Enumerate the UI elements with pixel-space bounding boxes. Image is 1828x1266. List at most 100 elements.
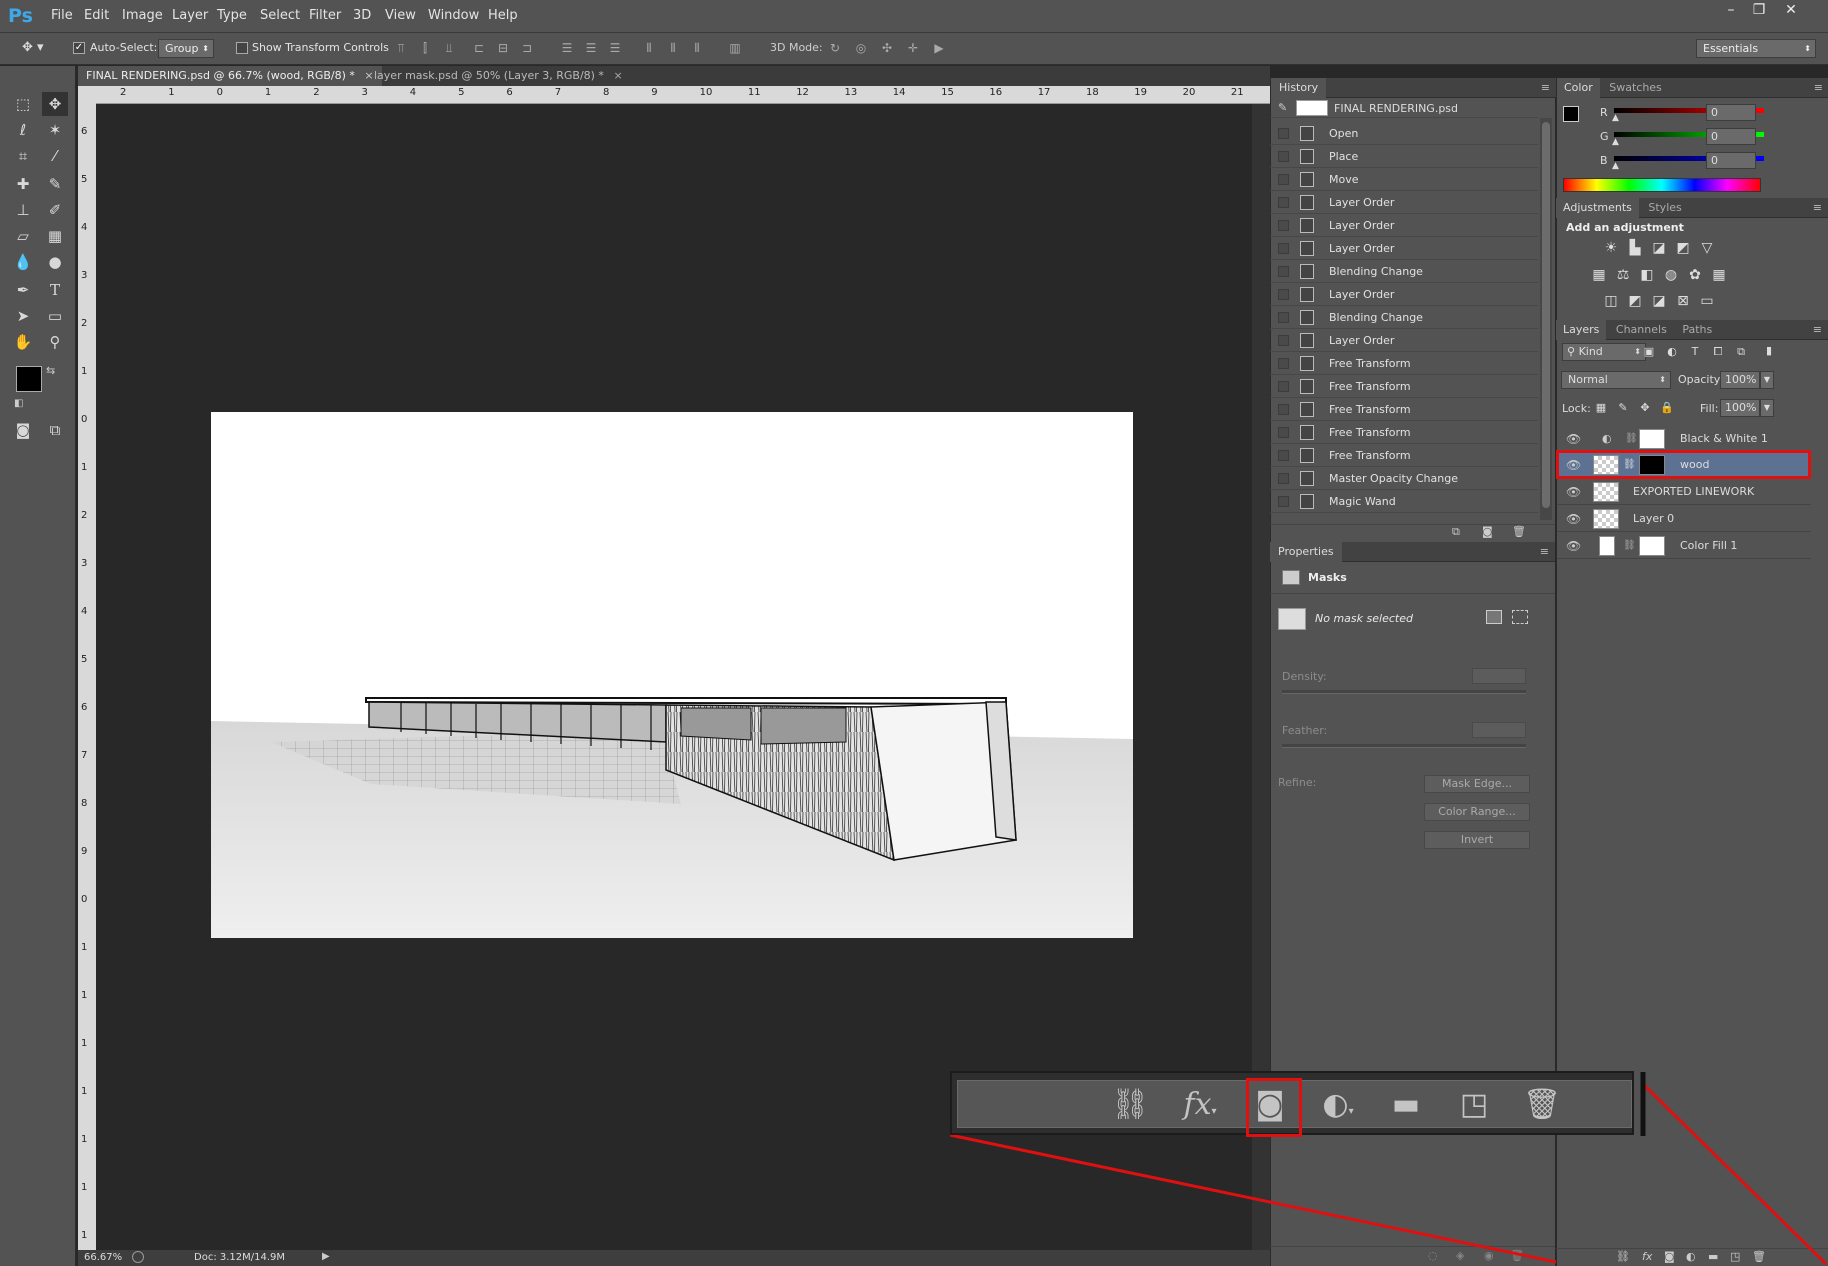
panel-menu-icon[interactable]: ≡ xyxy=(1813,198,1822,218)
history-source-checkbox[interactable] xyxy=(1278,381,1289,392)
lock-all-icon[interactable]: 🔒 xyxy=(1658,400,1676,416)
new-adjustment-layer-icon[interactable]: ◐ xyxy=(1686,1250,1696,1263)
menu-layer[interactable]: Layer xyxy=(172,8,208,23)
history-state[interactable]: Free Transform xyxy=(1270,375,1538,398)
history-state[interactable]: Layer Order xyxy=(1270,214,1538,237)
panel-menu-icon[interactable]: ≡ xyxy=(1541,78,1550,98)
gradient-map-icon[interactable]: ▭ xyxy=(1698,293,1716,309)
history-source-checkbox[interactable] xyxy=(1278,450,1289,461)
new-layer-icon[interactable]: ◳ xyxy=(1452,1085,1496,1125)
opacity-field[interactable]: 100% xyxy=(1720,371,1760,389)
history-state[interactable]: Free Transform xyxy=(1270,352,1538,375)
rectangle-tool-icon[interactable]: ▭ xyxy=(42,304,68,328)
distribute-vcenter-icon[interactable]: ☰ xyxy=(582,41,600,55)
menu-file[interactable]: File xyxy=(51,8,73,23)
panel-menu-icon[interactable]: ≡ xyxy=(1813,320,1822,340)
folder-icon[interactable]: ▬ xyxy=(1384,1085,1428,1125)
align-left-icon[interactable]: ⊏ xyxy=(470,41,488,55)
hand-tool-icon[interactable]: ✋ xyxy=(10,330,36,354)
fill-field[interactable]: 100% xyxy=(1720,399,1760,417)
align-vcenter-icon[interactable]: ⫿ xyxy=(416,41,434,55)
3d-slide-icon[interactable]: ✛ xyxy=(904,41,922,55)
screen-mode-icon[interactable]: ⧉ xyxy=(42,418,68,442)
menu-type[interactable]: Type xyxy=(217,8,247,23)
filter-adjustment-icon[interactable]: ◐ xyxy=(1663,344,1681,360)
lock-image-icon[interactable]: ✎ xyxy=(1614,400,1632,416)
filter-smart-object-icon[interactable]: ⧉ xyxy=(1732,344,1750,360)
minimize-button[interactable]: – xyxy=(1718,0,1744,20)
move-tool-preset-icon[interactable]: ✥ ▾ xyxy=(22,40,58,58)
align-top-icon[interactable]: ⫪ xyxy=(392,41,410,55)
history-state[interactable]: Magic Wand xyxy=(1270,490,1538,513)
visibility-eye-icon[interactable]: 👁 xyxy=(1566,479,1581,505)
healing-brush-tool-icon[interactable]: ✚ xyxy=(10,172,36,196)
trash-icon[interactable]: 🗑 xyxy=(1520,1085,1564,1125)
opacity-slider-arrow-icon[interactable]: ▼ xyxy=(1760,371,1774,389)
history-source-checkbox[interactable] xyxy=(1278,473,1289,484)
color-lookup-icon[interactable]: ▦ xyxy=(1710,267,1728,283)
zoom-tool-icon[interactable]: ⚲ xyxy=(42,330,68,354)
delete-mask-icon[interactable]: 🗑 xyxy=(1510,1249,1524,1262)
eyedropper-tool-icon[interactable]: ⁄ xyxy=(42,144,68,168)
distribute-top-icon[interactable]: ☰ xyxy=(558,41,576,55)
restore-button[interactable]: ❐ xyxy=(1746,0,1772,20)
density-slider[interactable] xyxy=(1282,690,1526,694)
visibility-eye-icon[interactable]: 👁 xyxy=(1566,426,1581,452)
brush-tool-icon[interactable]: ✎ xyxy=(42,172,68,196)
history-source-checkbox[interactable] xyxy=(1278,151,1289,162)
slider-thumb-icon[interactable]: ▲ xyxy=(1612,137,1619,147)
history-state[interactable]: Free Transform xyxy=(1270,398,1538,421)
slider-thumb-icon[interactable]: ▲ xyxy=(1612,161,1619,171)
new-group-icon[interactable]: ▬ xyxy=(1708,1250,1718,1263)
menu-3d[interactable]: 3D xyxy=(353,8,371,23)
delete-layer-icon[interactable]: 🗑 xyxy=(1752,1250,1766,1263)
align-bottom-icon[interactable]: ⫫ xyxy=(440,41,458,55)
history-source-checkbox[interactable] xyxy=(1278,289,1289,300)
filter-pixel-icon[interactable]: ▣ xyxy=(1640,344,1658,360)
history-state[interactable]: Open xyxy=(1270,122,1538,145)
history-brush-tool-icon[interactable]: ✐ xyxy=(42,198,68,222)
history-source-checkbox[interactable] xyxy=(1278,358,1289,369)
distribute-right-icon[interactable]: ⦀ xyxy=(688,41,706,55)
invert-adjustment-icon[interactable]: ◫ xyxy=(1602,293,1620,309)
history-state[interactable]: Move xyxy=(1270,168,1538,191)
lock-position-icon[interactable]: ✥ xyxy=(1636,400,1654,416)
layer-thumbnail[interactable] xyxy=(1593,482,1619,502)
blend-mode-dropdown[interactable]: Normal ⬍ xyxy=(1561,371,1671,389)
filter-toggle-icon[interactable]: ▮ xyxy=(1760,343,1778,359)
paths-tab[interactable]: Paths xyxy=(1676,323,1718,336)
properties-tab[interactable]: Properties xyxy=(1270,542,1342,562)
history-state[interactable]: Layer Order xyxy=(1270,329,1538,352)
visibility-eye-icon[interactable]: 👁 xyxy=(1566,533,1581,559)
document-tab[interactable]: layer mask.psd @ 50% (Layer 3, RGB/8) * … xyxy=(366,66,631,86)
create-snapshot-icon[interactable]: ◙ xyxy=(1482,525,1493,538)
status-info-icon[interactable] xyxy=(132,1251,144,1263)
menu-image[interactable]: Image xyxy=(122,8,163,23)
fx-icon[interactable]: fx▾ xyxy=(1178,1085,1222,1125)
swap-colors-icon[interactable]: ⇆ xyxy=(46,364,55,377)
history-source-checkbox[interactable] xyxy=(1278,243,1289,254)
panel-menu-icon[interactable]: ≡ xyxy=(1540,542,1549,562)
auto-align-icon[interactable]: ▥ xyxy=(726,41,744,55)
history-source-checkbox[interactable] xyxy=(1278,496,1289,507)
history-state[interactable]: Place xyxy=(1270,145,1538,168)
history-state[interactable]: Layer Order xyxy=(1270,283,1538,306)
history-source-checkbox[interactable] xyxy=(1278,266,1289,277)
add-pixel-mask-icon[interactable] xyxy=(1486,610,1502,624)
move-tool-icon[interactable]: ✥ xyxy=(42,92,68,116)
quick-mask-icon[interactable]: ◙ xyxy=(10,418,36,442)
layer-row[interactable]: 👁 Layer 0 xyxy=(1557,506,1811,532)
menu-help[interactable]: Help xyxy=(488,8,518,23)
mask-link-icon[interactable]: ⛓ xyxy=(1623,533,1636,559)
history-source-checkbox[interactable] xyxy=(1278,335,1289,346)
close-tab-icon[interactable]: × xyxy=(613,69,622,82)
apply-mask-icon[interactable]: ◈ xyxy=(1456,1249,1464,1262)
channel-value-field[interactable]: 0 xyxy=(1706,128,1756,145)
feather-field[interactable] xyxy=(1472,722,1526,738)
document-tab-active[interactable]: FINAL RENDERING.psd @ 66.7% (wood, RGB/8… xyxy=(78,66,382,86)
workspace-dropdown[interactable]: Essentials ⬍ xyxy=(1696,39,1816,58)
layer-row[interactable]: 👁 ⛓ Color Fill 1 xyxy=(1557,533,1811,559)
exposure-icon[interactable]: ◩ xyxy=(1674,240,1692,256)
filter-type-icon[interactable]: T xyxy=(1686,344,1704,360)
link-layers-icon[interactable]: ⛓ xyxy=(1616,1250,1630,1263)
